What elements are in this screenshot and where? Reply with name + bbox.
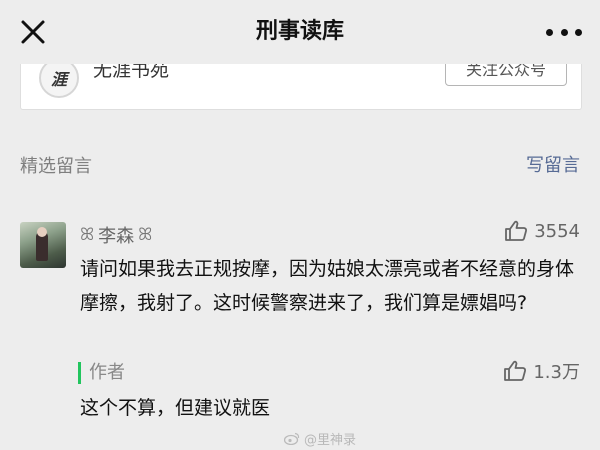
thumbs-up-icon — [505, 220, 528, 241]
more-button[interactable] — [546, 24, 582, 40]
watermark: @里神录 — [284, 429, 356, 448]
comment-like-button[interactable]: 3554 — [504, 220, 580, 242]
account-card[interactable]: 涯 无涯书苑 关注公众号 — [20, 64, 582, 110]
more-dot — [575, 28, 582, 36]
reply-like-button[interactable]: 1.3万 — [503, 358, 580, 384]
reply-like-count: 1.3万 — [533, 362, 580, 383]
name-flourish-right: ꕤ — [138, 225, 153, 245]
featured-comments-title: 精选留言 — [20, 156, 92, 177]
avatar[interactable] — [20, 222, 66, 268]
author-reply-label: 作者 — [78, 362, 125, 384]
name-flourish-left: ꕤ — [80, 225, 95, 245]
more-dot — [546, 28, 553, 36]
write-comment-link[interactable]: 写留言 — [526, 151, 580, 177]
follow-account-button[interactable]: 关注公众号 — [445, 64, 567, 86]
page-title: 刑事读库 — [255, 19, 344, 44]
top-nav-bar: 刑事读库 — [0, 0, 600, 64]
watermark-text: @里神录 — [304, 433, 357, 448]
account-avatar: 涯 — [39, 64, 79, 98]
close-button[interactable] — [18, 17, 48, 47]
comment-like-count: 3554 — [534, 220, 580, 242]
commenter-name: 李森 — [98, 226, 135, 247]
avatar-figure-head — [37, 227, 47, 237]
author-reply-text: 这个不算，但建议就医 — [80, 397, 271, 419]
close-icon — [21, 20, 45, 44]
account-name: 无涯书苑 — [93, 64, 170, 81]
comment-text: 请问如果我去正规按摩，因为姑娘太漂亮或者不经意的身体摩擦，我射了。这时候警察进来… — [80, 258, 575, 314]
account-avatar-char: 涯 — [50, 70, 67, 89]
more-dot — [560, 28, 568, 36]
weibo-icon — [284, 432, 300, 445]
thumbs-up-icon — [504, 360, 527, 381]
commenter-name-row: ꕤ 李森 ꕤ — [80, 220, 152, 250]
